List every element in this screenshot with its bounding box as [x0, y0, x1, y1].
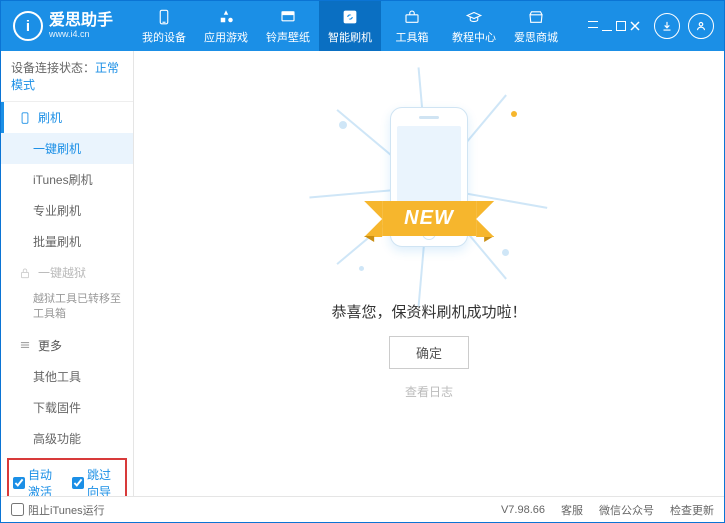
section-jailbreak[interactable]: 一键越狱 [1, 257, 133, 288]
wechat-link[interactable]: 微信公众号 [599, 502, 654, 518]
section-flash[interactable]: 刷机 [1, 102, 133, 133]
brand-logo: i 爱思助手 www.i4.cn [13, 11, 113, 41]
title-bar: i 爱思助手 www.i4.cn 我的设备 应用游戏 铃声壁纸 智能刷机 [1, 1, 724, 51]
check-auto-activate[interactable]: 自动激活 [13, 466, 62, 496]
toolbox-icon [403, 8, 421, 26]
logo-icon: i [13, 11, 43, 41]
view-log-link[interactable]: 查看日志 [405, 383, 453, 400]
nav-label: 工具箱 [396, 29, 429, 45]
download-button[interactable] [654, 13, 680, 39]
nav-label: 智能刷机 [328, 29, 372, 45]
connection-status: 设备连接状态：正常模式 [1, 51, 133, 102]
nav-label: 爱思商城 [514, 29, 558, 45]
success-illustration: NEW [329, 91, 529, 281]
media-icon [279, 8, 297, 26]
flash-section-icon [18, 111, 32, 125]
connection-label: 设备连接状态： [11, 61, 95, 75]
phone-icon [155, 8, 173, 26]
section-more-title: 更多 [38, 337, 62, 354]
option-checkbox-row: 自动激活 跳过向导 [7, 458, 127, 496]
nav-label: 我的设备 [142, 29, 186, 45]
menu-icon[interactable] [588, 21, 598, 28]
section-flash-title: 刷机 [38, 109, 62, 126]
new-ribbon: NEW [382, 201, 476, 236]
nav-tutorials[interactable]: 教程中心 [443, 1, 505, 51]
block-itunes-checkbox[interactable]: 阻止iTunes运行 [11, 502, 105, 518]
ok-button[interactable]: 确定 [389, 336, 469, 369]
sub-batch-flash[interactable]: 批量刷机 [1, 226, 133, 257]
minimize-icon[interactable] [602, 21, 612, 31]
sidebar: 设备连接状态：正常模式 刷机 一键刷机 iTunes刷机 专业刷机 批量刷机 一… [1, 51, 134, 496]
check-auto-activate-label: 自动激活 [28, 466, 62, 496]
graduation-icon [465, 8, 483, 26]
section-more[interactable]: 更多 [1, 330, 133, 361]
nav-smart-flash[interactable]: 智能刷机 [319, 1, 381, 51]
nav-store[interactable]: 爱思商城 [505, 1, 567, 51]
nav-label: 应用游戏 [204, 29, 248, 45]
sub-other-tools[interactable]: 其他工具 [1, 361, 133, 392]
top-nav: 我的设备 应用游戏 铃声壁纸 智能刷机 工具箱 教程中心 [133, 1, 588, 51]
check-update-link[interactable]: 检查更新 [670, 502, 714, 518]
nav-apps-games[interactable]: 应用游戏 [195, 1, 257, 51]
store-icon [527, 8, 545, 26]
app-window: i 爱思助手 www.i4.cn 我的设备 应用游戏 铃声壁纸 智能刷机 [0, 0, 725, 523]
version-label: V7.98.66 [501, 504, 545, 516]
main-content: NEW 恭喜您，保资料刷机成功啦！ 确定 查看日志 [134, 51, 724, 496]
block-itunes-box[interactable] [11, 503, 24, 516]
sub-download-firmware[interactable]: 下载固件 [1, 392, 133, 423]
jailbreak-note: 越狱工具已转移至工具箱 [1, 288, 133, 330]
status-bar: 阻止iTunes运行 V7.98.66 客服 微信公众号 检查更新 [1, 496, 724, 522]
nav-label: 铃声壁纸 [266, 29, 310, 45]
refresh-icon [341, 8, 359, 26]
sub-itunes-flash[interactable]: iTunes刷机 [1, 164, 133, 195]
sub-pro-flash[interactable]: 专业刷机 [1, 195, 133, 226]
sub-onekey-flash[interactable]: 一键刷机 [1, 133, 133, 164]
apps-icon [217, 8, 235, 26]
nav-ringtones-wallpapers[interactable]: 铃声壁纸 [257, 1, 319, 51]
brand-url: www.i4.cn [49, 30, 113, 40]
body: 设备连接状态：正常模式 刷机 一键刷机 iTunes刷机 专业刷机 批量刷机 一… [1, 51, 724, 496]
more-icon [18, 338, 32, 352]
window-sys-icons [588, 21, 640, 31]
lock-icon [18, 266, 32, 280]
nav-label: 教程中心 [452, 29, 496, 45]
block-itunes-label: 阻止iTunes运行 [28, 502, 105, 518]
nav-toolbox[interactable]: 工具箱 [381, 1, 443, 51]
maximize-icon[interactable] [616, 21, 626, 31]
customer-service-link[interactable]: 客服 [561, 502, 583, 518]
check-skip-guide[interactable]: 跳过向导 [72, 466, 121, 496]
brand-name: 爱思助手 [49, 12, 113, 30]
nav-my-device[interactable]: 我的设备 [133, 1, 195, 51]
check-auto-activate-box[interactable] [13, 477, 25, 489]
success-message: 恭喜您，保资料刷机成功啦！ [331, 301, 526, 322]
sub-advanced[interactable]: 高级功能 [1, 423, 133, 454]
close-icon[interactable] [630, 21, 640, 31]
check-skip-guide-label: 跳过向导 [87, 466, 121, 496]
window-controls [588, 13, 714, 39]
section-jailbreak-title: 一键越狱 [38, 264, 86, 281]
user-button[interactable] [688, 13, 714, 39]
check-skip-guide-box[interactable] [72, 477, 84, 489]
